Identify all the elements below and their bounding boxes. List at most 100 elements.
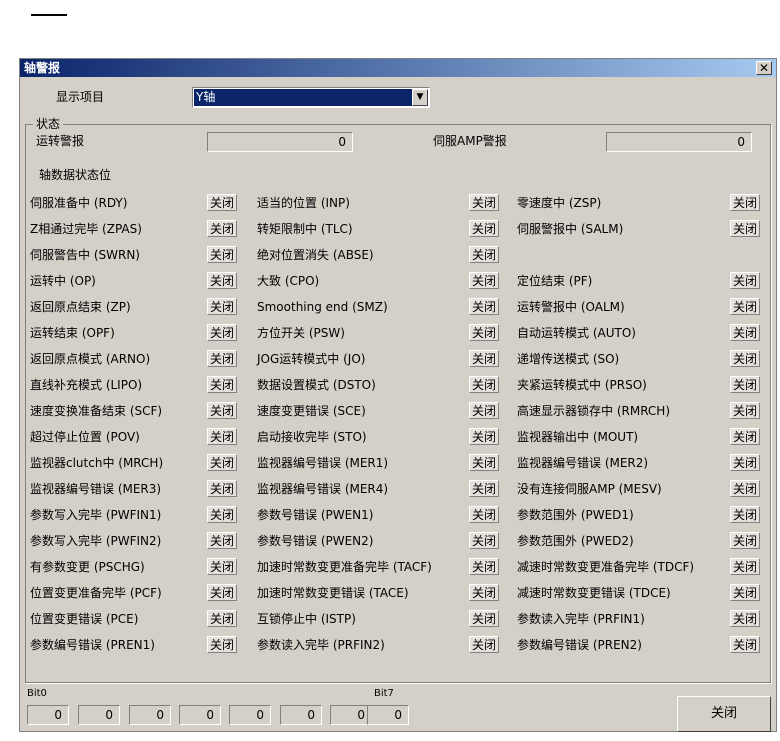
status-item-state: 关闭 [469,532,500,549]
status-item-state: 关闭 [207,402,238,419]
status-item-label: 运转中 (OP) [30,274,96,288]
status-legend: 状态 [33,116,64,132]
status-item-state: 关闭 [469,480,500,497]
window-title: 轴警报 [24,61,61,75]
status-item-label: 自动运转模式 (AUTO) [517,326,636,340]
status-item-label: 互锁停止中 (ISTP) [257,612,356,626]
run-alarm-label: 运转警报 [36,134,85,148]
status-item-label: 参数号错误 (PWEN1) [257,508,374,522]
status-item-label: 参数号错误 (PWEN2) [257,534,374,548]
servo-amp-alarm-value: 0 [606,132,752,152]
status-item-label: 参数读入完毕 (PRFIN1) [517,612,645,626]
status-item-state: 关闭 [469,350,500,367]
top-underline [31,14,67,16]
status-item-state: 关闭 [469,194,500,211]
status-item-label: 伺服准备中 (RDY) [30,196,128,210]
status-item-label: 零速度中 (ZSP) [517,196,602,210]
status-item-state: 关闭 [207,298,238,315]
status-item-state: 关闭 [207,350,238,367]
status-item-label: 位置变更准备完毕 (PCF) [30,586,162,600]
bit-value-4: 0 [229,705,271,725]
bit-value-2: 0 [129,705,171,725]
status-item-state: 关闭 [469,246,500,263]
status-item-state: 关闭 [207,376,238,393]
status-item-state: 关闭 [207,324,238,341]
status-item-label: 运转结束 (OPF) [30,326,115,340]
status-item-label: 递增传送模式 (SO) [517,352,620,366]
status-item-state: 关闭 [207,194,238,211]
status-item-state: 关闭 [730,454,761,471]
close-button[interactable]: 关闭 [677,696,771,732]
status-item-state: 关闭 [207,246,238,263]
status-item-label: Z相通过完毕 (ZPAS) [30,222,142,236]
servo-amp-alarm-label: 伺服AMP警报 [433,134,507,148]
status-item-label: 启动接收完毕 (STO) [257,430,367,444]
status-item-label: 监视器编号错误 (MER1) [257,456,389,470]
status-item-state: 关闭 [207,610,238,627]
status-item-label: 返回原点结束 (ZP) [30,300,131,314]
status-item-state: 关闭 [730,532,761,549]
status-item-label: Smoothing end (SMZ) [257,300,388,314]
status-item-state: 关闭 [207,220,238,237]
status-item-state: 关闭 [207,506,238,523]
status-item-state: 关闭 [730,298,761,315]
status-item-state: 关闭 [730,584,761,601]
close-icon[interactable]: ✕ [756,61,772,75]
status-item-state: 关闭 [207,428,238,445]
status-item-state: 关闭 [469,454,500,471]
status-item-state: 关闭 [730,506,761,523]
status-item-state: 关闭 [730,402,761,419]
status-item-label: 速度变换准备结束 (SCF) [30,404,163,418]
status-item-label: 超过停止位置 (POV) [30,430,140,444]
status-item-label: 转矩限制中 (TLC) [257,222,353,236]
status-item-state: 关闭 [207,454,238,471]
status-item-label: 参数范围外 (PWED1) [517,508,634,522]
status-item-state: 关闭 [469,584,500,601]
status-item-state: 关闭 [469,376,500,393]
status-item-state: 关闭 [469,298,500,315]
status-item-state: 关闭 [730,350,761,367]
status-item-state: 关闭 [207,636,238,653]
status-item-label: 参数写入完毕 (PWFIN1) [30,508,162,522]
status-item-state: 关闭 [469,558,500,575]
status-item-state: 关闭 [730,636,761,653]
status-item-state: 关闭 [207,480,238,497]
status-item-state: 关闭 [730,558,761,575]
status-item-label: 监视器clutch中 (MRCH) [30,456,164,470]
status-item-label: 有参数变更 (PSCHG) [30,560,145,574]
status-item-state: 关闭 [469,610,500,627]
status-item-label: 数据设置模式 (DSTO) [257,378,376,392]
status-item-label: 运转警报中 (OALM) [517,300,625,314]
status-item-state: 关闭 [469,324,500,341]
status-item-label: 伺服警告中 (SWRN) [30,248,140,262]
axis-select-value[interactable]: Y轴 [194,89,412,106]
status-item-label: 监视器编号错误 (MER2) [517,456,649,470]
status-item-state: 关闭 [207,584,238,601]
bit7-label: Bit7 [374,688,394,699]
status-item-label: 大致 (CPO) [257,274,320,288]
display-item-label: 显示项目 [56,90,105,104]
bit-value-5: 0 [280,705,322,725]
status-item-label: 监视器编号错误 (MER3) [30,482,162,496]
status-item-label: 加速时常数变更错误 (TACE) [257,586,409,600]
status-item-state: 关闭 [207,558,238,575]
title-bar[interactable] [20,59,776,77]
status-item-label: 参数编号错误 (PREN1) [30,638,155,652]
status-item-state: 关闭 [469,506,500,523]
status-item-label: 直线补充模式 (LIPO) [30,378,143,392]
status-item-state: 关闭 [730,324,761,341]
bit0-label: Bit0 [27,688,47,699]
status-item-label: 速度变更错误 (SCE) [257,404,366,418]
status-item-state: 关闭 [730,220,761,237]
status-item-label: 参数范围外 (PWED2) [517,534,634,548]
bit-value-0: 0 [27,705,69,725]
status-item-state: 关闭 [469,402,500,419]
chevron-down-icon[interactable]: ▼ [412,89,428,106]
status-item-label: 减速时常数变更错误 (TDCE) [517,586,671,600]
status-item-state: 关闭 [730,428,761,445]
status-item-state: 关闭 [469,636,500,653]
status-item-label: 绝对位置消失 (ABSE) [257,248,374,262]
status-item-label: 方位开关 (PSW) [257,326,345,340]
status-item-state: 关闭 [469,220,500,237]
bit-value-7: 0 [367,705,409,725]
